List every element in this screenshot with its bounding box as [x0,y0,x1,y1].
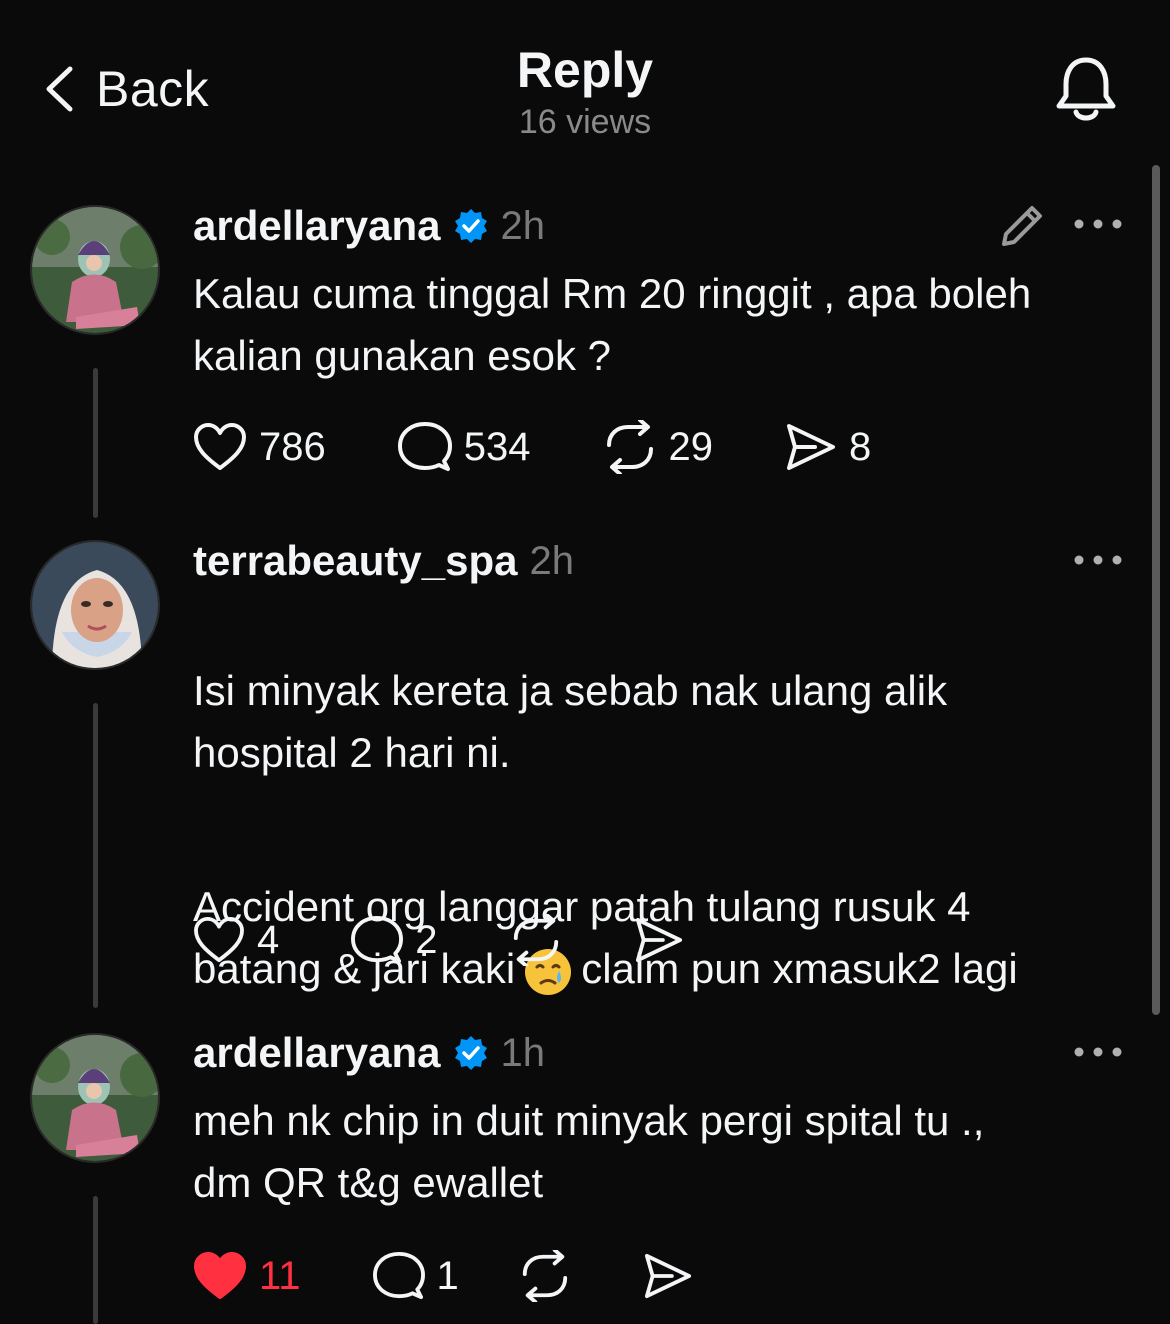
edit-pencil-icon[interactable] [998,202,1046,255]
share-icon [635,917,682,963]
post-text: Isi minyak kereta ja sebab nak ulang ali… [193,598,1133,1062]
avatar[interactable] [30,540,160,670]
thread-line [93,1196,98,1324]
like-count: 11 [259,1253,301,1298]
page-header: Reply 16 views [0,40,1170,142]
comment-count: 2 [415,917,438,962]
like-count: 4 [257,917,280,962]
username[interactable]: ardellaryana [193,1029,441,1077]
thread-line [93,703,98,1008]
share-count: 8 [849,424,872,469]
comment-count: 1 [436,1253,459,1298]
comment-button[interactable]: 1 [372,1251,459,1301]
more-icon[interactable] [1072,1042,1124,1067]
comment-count: 534 [463,424,531,469]
post-text: meh nk chip in duit minyak pergi spital … [193,1097,985,1206]
avatar[interactable] [30,1033,160,1163]
thread-line [93,368,98,518]
verified-badge-icon [454,1036,487,1070]
heart-icon [194,423,246,470]
repost-icon [513,914,558,966]
repost-icon [522,1250,567,1302]
repost-button[interactable]: 29 [603,420,714,474]
bell-icon[interactable] [1054,54,1118,129]
view-count: 16 views [518,103,652,141]
page-title: Reply [516,42,654,98]
comment-icon [397,422,452,471]
post-header: ardellaryana 2h [193,196,545,256]
comment-button[interactable]: 534 [397,421,531,473]
comment-icon [372,1251,425,1300]
share-button[interactable] [634,916,684,964]
share-icon [787,424,835,470]
like-button[interactable]: 4 [193,916,279,964]
post-text-paragraph: Isi minyak kereta ja sebab nak ulang ali… [193,667,948,776]
verified-badge-icon [454,209,487,243]
post-header: terrabeauty_spa 2h [193,531,574,591]
post-time: 2h [500,203,546,248]
post-actions: 11 1 [193,1250,693,1302]
username[interactable]: terrabeauty_spa [193,537,518,585]
comment-icon [351,915,404,964]
repost-button[interactable] [510,914,562,966]
share-button[interactable]: 8 [785,422,871,472]
username[interactable]: ardellaryana [193,202,441,250]
like-button[interactable]: 786 [193,422,326,472]
post-actions: 4 2 [193,914,684,966]
post-text: Kalau cuma tinggal Rm 20 ringgit , apa b… [193,270,1032,379]
post-header: ardellaryana 1h [193,1023,545,1083]
avatar[interactable] [30,205,160,335]
like-button[interactable]: 11 [193,1251,301,1301]
heart-icon [194,916,244,963]
scrollbar[interactable] [1152,165,1160,1015]
threads-reply-screen: Back Reply 16 views ardellaryana 2h Kala… [0,0,1170,1324]
share-icon [644,1253,691,1299]
more-icon[interactable] [1072,550,1124,575]
post-time: 2h [529,538,575,583]
repost-button[interactable] [519,1250,571,1302]
comment-button[interactable]: 2 [351,915,438,965]
post-time: 1h [500,1030,546,1075]
repost-icon [606,420,653,474]
more-icon[interactable] [1072,214,1124,239]
share-button[interactable] [643,1252,693,1300]
like-count: 786 [259,424,326,469]
post-actions: 786 534 29 8 [193,420,871,474]
heart-filled-icon [194,1252,246,1299]
repost-count: 29 [668,424,714,469]
